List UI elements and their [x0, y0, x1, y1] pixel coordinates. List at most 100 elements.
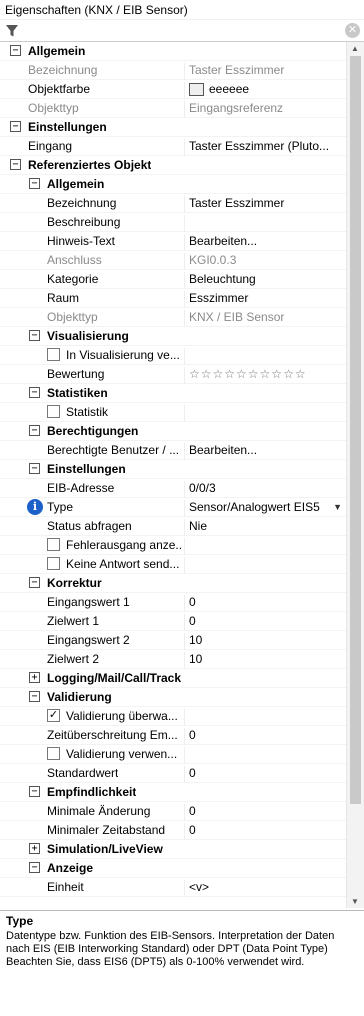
clear-filter-icon[interactable]: ✕: [345, 23, 360, 38]
scroll-up-icon[interactable]: ▲: [351, 44, 359, 53]
property-row[interactable]: Hinweis-Text Bearbeiten...: [0, 232, 346, 251]
checkbox[interactable]: ✓: [47, 709, 60, 722]
property-value[interactable]: Nie: [184, 519, 344, 536]
category-row[interactable]: − Allgemein: [0, 42, 346, 61]
category-row[interactable]: − Statistiken: [0, 384, 346, 403]
property-row[interactable]: Zeitüberschreitung Em... 0: [0, 726, 346, 745]
property-value[interactable]: <v>: [184, 880, 344, 897]
property-row[interactable]: In Visualisierung ve...: [0, 346, 346, 365]
category-row[interactable]: − Korrektur: [0, 574, 346, 593]
property-row[interactable]: Statistik: [0, 403, 346, 422]
property-value[interactable]: [184, 405, 344, 422]
property-value[interactable]: [184, 215, 344, 232]
property-row[interactable]: Bezeichnung Taster Esszimmer: [0, 194, 346, 213]
property-row[interactable]: Zielwert 1 0: [0, 612, 346, 631]
property-row[interactable]: Objekttyp Eingangsreferenz: [0, 99, 346, 118]
property-row[interactable]: Standardwert 0: [0, 764, 346, 783]
property-value[interactable]: Taster Esszimmer (Pluto...: [184, 139, 344, 156]
dropdown-arrow-icon[interactable]: ▼: [333, 502, 342, 512]
property-value[interactable]: Taster Esszimmer: [184, 63, 344, 80]
property-value[interactable]: ☆☆☆☆☆☆☆☆☆☆: [184, 367, 344, 384]
property-row[interactable]: Status abfragen Nie: [0, 517, 346, 536]
scroll-down-icon[interactable]: ▼: [351, 897, 359, 906]
property-value[interactable]: 0: [184, 823, 344, 840]
category-row[interactable]: − Einstellungen: [0, 460, 346, 479]
property-row[interactable]: ✓ Validierung überwa...: [0, 707, 346, 726]
category-row[interactable]: − Validierung: [0, 688, 346, 707]
property-row[interactable]: Validierung verwen...: [0, 745, 346, 764]
property-row[interactable]: i Type Sensor/Analogwert EIS5 ▼: [0, 498, 346, 517]
collapse-icon[interactable]: −: [10, 159, 21, 170]
property-row[interactable]: Beschreibung: [0, 213, 346, 232]
property-row[interactable]: Bezeichnung Taster Esszimmer: [0, 61, 346, 80]
property-row[interactable]: EIB-Adresse 0/0/3: [0, 479, 346, 498]
property-value[interactable]: 0: [184, 804, 344, 821]
collapse-icon[interactable]: −: [29, 786, 40, 797]
filter-icon[interactable]: [5, 24, 19, 38]
property-value[interactable]: Sensor/Analogwert EIS5 ▼: [184, 500, 344, 517]
property-value[interactable]: KGI0.0.3: [184, 253, 344, 270]
category-row[interactable]: − Einstellungen: [0, 118, 346, 137]
collapse-icon[interactable]: −: [29, 691, 40, 702]
property-value[interactable]: [184, 557, 344, 574]
collapse-icon[interactable]: −: [29, 463, 40, 474]
property-value[interactable]: [184, 709, 344, 726]
property-value[interactable]: 0/0/3: [184, 481, 344, 498]
property-row[interactable]: Eingangswert 1 0: [0, 593, 346, 612]
checkbox[interactable]: [47, 538, 60, 551]
category-row[interactable]: + Logging/Mail/Call/Track: [0, 669, 346, 688]
checkbox[interactable]: [47, 405, 60, 418]
category-row[interactable]: − Berechtigungen: [0, 422, 346, 441]
property-value[interactable]: [184, 538, 344, 555]
property-row[interactable]: Berechtigte Benutzer / ... Bearbeiten...: [0, 441, 346, 460]
property-row[interactable]: Eingangswert 2 10: [0, 631, 346, 650]
expand-icon[interactable]: +: [29, 843, 40, 854]
category-row[interactable]: − Empfindlichkeit: [0, 783, 346, 802]
category-row[interactable]: + Simulation/LiveView: [0, 840, 346, 859]
collapse-icon[interactable]: −: [29, 425, 40, 436]
property-row[interactable]: Fehlerausgang anze...: [0, 536, 346, 555]
checkbox[interactable]: [47, 557, 60, 570]
property-value[interactable]: Esszimmer: [184, 291, 344, 308]
property-value[interactable]: Bearbeiten...: [184, 234, 344, 251]
property-value[interactable]: Beleuchtung: [184, 272, 344, 289]
property-value[interactable]: [184, 348, 344, 365]
property-row[interactable]: Kategorie Beleuchtung: [0, 270, 346, 289]
property-row[interactable]: Raum Esszimmer: [0, 289, 346, 308]
filter-input[interactable]: [22, 22, 342, 39]
property-value[interactable]: 0: [184, 595, 344, 612]
collapse-icon[interactable]: −: [29, 387, 40, 398]
property-value[interactable]: 10: [184, 652, 344, 669]
category-row[interactable]: − Visualisierung: [0, 327, 346, 346]
property-value[interactable]: [184, 747, 344, 764]
property-value[interactable]: Eingangsreferenz: [184, 101, 344, 118]
property-row[interactable]: Minimaler Zeitabstand 0: [0, 821, 346, 840]
collapse-icon[interactable]: −: [29, 577, 40, 588]
scroll-thumb[interactable]: [350, 56, 361, 804]
vertical-scrollbar[interactable]: ▲ ▼: [346, 42, 364, 908]
property-row[interactable]: Objektfarbe eeeeee: [0, 80, 346, 99]
property-value[interactable]: Bearbeiten...: [184, 443, 344, 460]
property-value[interactable]: Taster Esszimmer: [184, 196, 344, 213]
collapse-icon[interactable]: −: [29, 178, 40, 189]
property-row[interactable]: Einheit <v>: [0, 878, 346, 897]
category-row[interactable]: − Anzeige: [0, 859, 346, 878]
property-value[interactable]: 0: [184, 614, 344, 631]
checkbox[interactable]: [47, 747, 60, 760]
property-row[interactable]: Bewertung ☆☆☆☆☆☆☆☆☆☆: [0, 365, 346, 384]
color-swatch[interactable]: [189, 83, 204, 96]
property-row[interactable]: Keine Antwort send...: [0, 555, 346, 574]
checkbox[interactable]: [47, 348, 60, 361]
property-row[interactable]: Eingang Taster Esszimmer (Pluto...: [0, 137, 346, 156]
collapse-icon[interactable]: −: [10, 45, 21, 56]
property-value[interactable]: KNX / EIB Sensor: [184, 310, 344, 327]
property-value[interactable]: 10: [184, 633, 344, 650]
property-value[interactable]: 0: [184, 728, 344, 745]
expand-icon[interactable]: +: [29, 672, 40, 683]
property-row[interactable]: Zielwert 2 10: [0, 650, 346, 669]
category-row[interactable]: − Allgemein: [0, 175, 346, 194]
category-row[interactable]: − Referenziertes Objekt: [0, 156, 346, 175]
collapse-icon[interactable]: −: [29, 862, 40, 873]
property-row[interactable]: Objekttyp KNX / EIB Sensor: [0, 308, 346, 327]
collapse-icon[interactable]: −: [29, 330, 40, 341]
